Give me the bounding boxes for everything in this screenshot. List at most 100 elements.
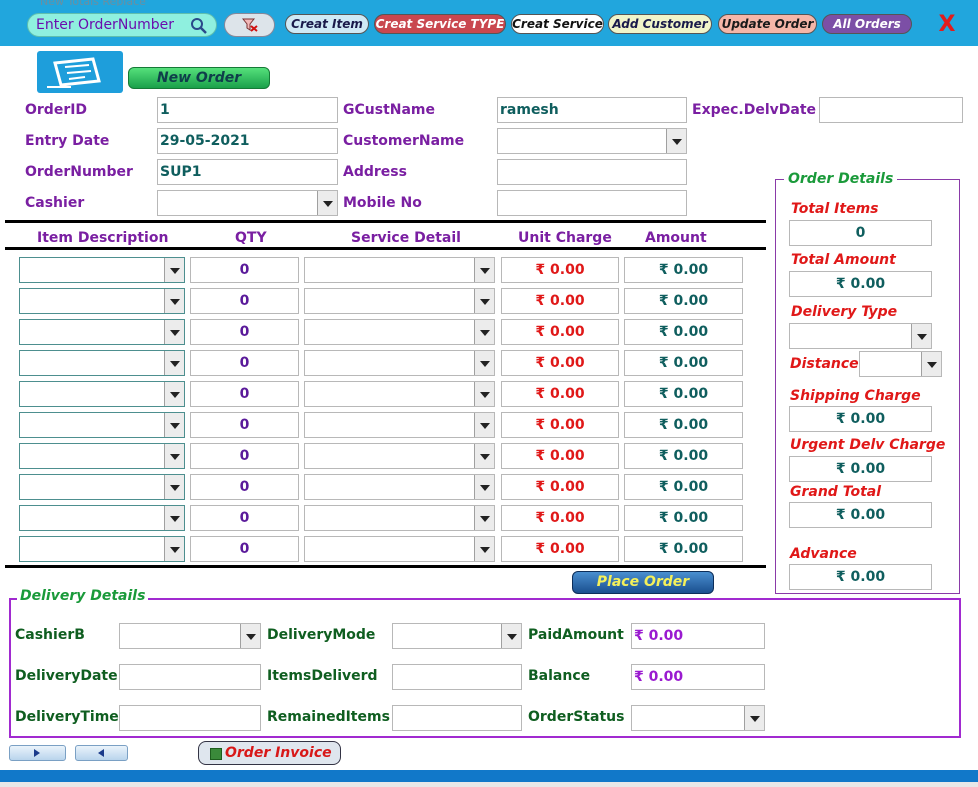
amount-field[interactable]: ₹ 0.00: [624, 412, 743, 438]
amount-field[interactable]: ₹ 0.00: [624, 257, 743, 283]
header-item-description: Item Description: [37, 230, 169, 246]
service-detail-dropdown[interactable]: [304, 381, 495, 407]
unit-charge-field[interactable]: ₹ 0.00: [501, 257, 619, 283]
distance-dropdown[interactable]: [859, 351, 942, 377]
item-description-dropdown[interactable]: [19, 288, 185, 314]
unit-charge-field[interactable]: ₹ 0.00: [501, 288, 619, 314]
amount-field[interactable]: ₹ 0.00: [624, 536, 743, 562]
total-amount-value[interactable]: ₹ 0.00: [789, 271, 932, 297]
shipping-charge-label: Shipping Charge: [790, 388, 921, 404]
cashier-dropdown[interactable]: [157, 190, 338, 216]
order-invoice-button[interactable]: Order Invoice: [198, 741, 341, 765]
unit-charge-field[interactable]: ₹ 0.00: [501, 443, 619, 469]
delivery-type-dropdown[interactable]: [789, 323, 932, 349]
creat-service-type-button[interactable]: Creat Service TYPE: [374, 14, 506, 34]
qty-field[interactable]: 0: [190, 474, 299, 500]
service-detail-dropdown[interactable]: [304, 536, 495, 562]
expec-delv-date-field[interactable]: [819, 97, 963, 123]
creat-service-button[interactable]: Creat Service: [511, 14, 604, 34]
previous-record-button[interactable]: [75, 745, 128, 761]
qty-field[interactable]: 0: [190, 319, 299, 345]
clear-filter-icon: [241, 18, 258, 36]
close-button[interactable]: X: [937, 12, 957, 38]
item-description-dropdown[interactable]: [19, 505, 185, 531]
qty-field[interactable]: 0: [190, 257, 299, 283]
item-description-dropdown[interactable]: [19, 381, 185, 407]
address-field[interactable]: [497, 159, 687, 185]
next-record-button[interactable]: [9, 745, 66, 761]
shipping-charge-value[interactable]: ₹ 0.00: [789, 406, 932, 432]
customer-name-dropdown[interactable]: [497, 128, 687, 154]
amount-field[interactable]: ₹ 0.00: [624, 288, 743, 314]
qty-field[interactable]: 0: [190, 443, 299, 469]
amount-field[interactable]: ₹ 0.00: [624, 381, 743, 407]
qty-field[interactable]: 0: [190, 381, 299, 407]
item-description-dropdown[interactable]: [19, 443, 185, 469]
amount-field[interactable]: ₹ 0.00: [624, 474, 743, 500]
service-detail-dropdown[interactable]: [304, 443, 495, 469]
unit-charge-field[interactable]: ₹ 0.00: [501, 474, 619, 500]
order-status-label: OrderStatus: [528, 709, 625, 725]
chevron-down-icon: [911, 324, 931, 348]
urgent-delv-charge-value[interactable]: ₹ 0.00: [789, 456, 932, 482]
gcustname-field[interactable]: ramesh: [497, 97, 687, 123]
items-delivered-field[interactable]: [392, 664, 522, 690]
balance-field[interactable]: ₹ 0.00: [631, 664, 765, 690]
creat-item-button[interactable]: Creat Item: [285, 14, 369, 34]
total-amount-label: Total Amount: [791, 252, 896, 268]
advance-value[interactable]: ₹ 0.00: [789, 564, 932, 590]
place-order-button[interactable]: Place Order: [572, 571, 714, 594]
qty-field[interactable]: 0: [190, 288, 299, 314]
order-id-field[interactable]: 1: [157, 97, 338, 123]
service-detail-dropdown[interactable]: [304, 319, 495, 345]
chevron-down-icon: [317, 191, 337, 215]
amount-field[interactable]: ₹ 0.00: [624, 505, 743, 531]
chevron-down-icon: [164, 351, 184, 375]
entry-date-field[interactable]: 29-05-2021: [157, 128, 338, 154]
clear-filter-button[interactable]: [224, 13, 275, 37]
service-detail-dropdown[interactable]: [304, 474, 495, 500]
delivery-time-label: DeliveryTime: [15, 709, 119, 725]
item-description-dropdown[interactable]: [19, 536, 185, 562]
item-description-dropdown[interactable]: [19, 474, 185, 500]
unit-charge-field[interactable]: ₹ 0.00: [501, 536, 619, 562]
unit-charge-field[interactable]: ₹ 0.00: [501, 319, 619, 345]
unit-charge-field[interactable]: ₹ 0.00: [501, 505, 619, 531]
all-orders-button[interactable]: All Orders: [822, 14, 912, 34]
service-detail-dropdown[interactable]: [304, 412, 495, 438]
unit-charge-field[interactable]: ₹ 0.00: [501, 381, 619, 407]
qty-field[interactable]: 0: [190, 350, 299, 376]
item-description-dropdown[interactable]: [19, 257, 185, 283]
delivery-date-field[interactable]: [119, 664, 261, 690]
new-order-button[interactable]: New Order: [128, 67, 270, 89]
service-detail-dropdown[interactable]: [304, 288, 495, 314]
order-number-field[interactable]: SUP1: [157, 159, 338, 185]
cashierb-dropdown[interactable]: [119, 623, 261, 649]
add-customer-button[interactable]: Add Customer: [608, 14, 712, 34]
qty-field[interactable]: 0: [190, 536, 299, 562]
remained-items-field[interactable]: [392, 705, 522, 731]
update-order-button[interactable]: Update Order: [718, 14, 817, 34]
item-description-dropdown[interactable]: [19, 319, 185, 345]
unit-charge-field[interactable]: ₹ 0.00: [501, 350, 619, 376]
qty-field[interactable]: 0: [190, 505, 299, 531]
grand-total-value[interactable]: ₹ 0.00: [789, 502, 932, 528]
amount-field[interactable]: ₹ 0.00: [624, 319, 743, 345]
amount-field[interactable]: ₹ 0.00: [624, 443, 743, 469]
enter-order-number-button[interactable]: Enter OrderNumber: [27, 13, 217, 37]
mobile-no-field[interactable]: [497, 190, 687, 216]
delivery-mode-dropdown[interactable]: [392, 623, 522, 649]
order-status-dropdown[interactable]: [631, 705, 765, 731]
item-description-dropdown[interactable]: [19, 350, 185, 376]
service-detail-dropdown[interactable]: [304, 505, 495, 531]
service-detail-dropdown[interactable]: [304, 350, 495, 376]
unit-charge-field[interactable]: ₹ 0.00: [501, 412, 619, 438]
paid-amount-field[interactable]: ₹ 0.00: [631, 623, 765, 649]
table-bottom-divider: [5, 565, 766, 568]
item-description-dropdown[interactable]: [19, 412, 185, 438]
total-items-value[interactable]: 0: [789, 220, 932, 246]
delivery-time-field[interactable]: [119, 705, 261, 731]
qty-field[interactable]: 0: [190, 412, 299, 438]
amount-field[interactable]: ₹ 0.00: [624, 350, 743, 376]
service-detail-dropdown[interactable]: [304, 257, 495, 283]
